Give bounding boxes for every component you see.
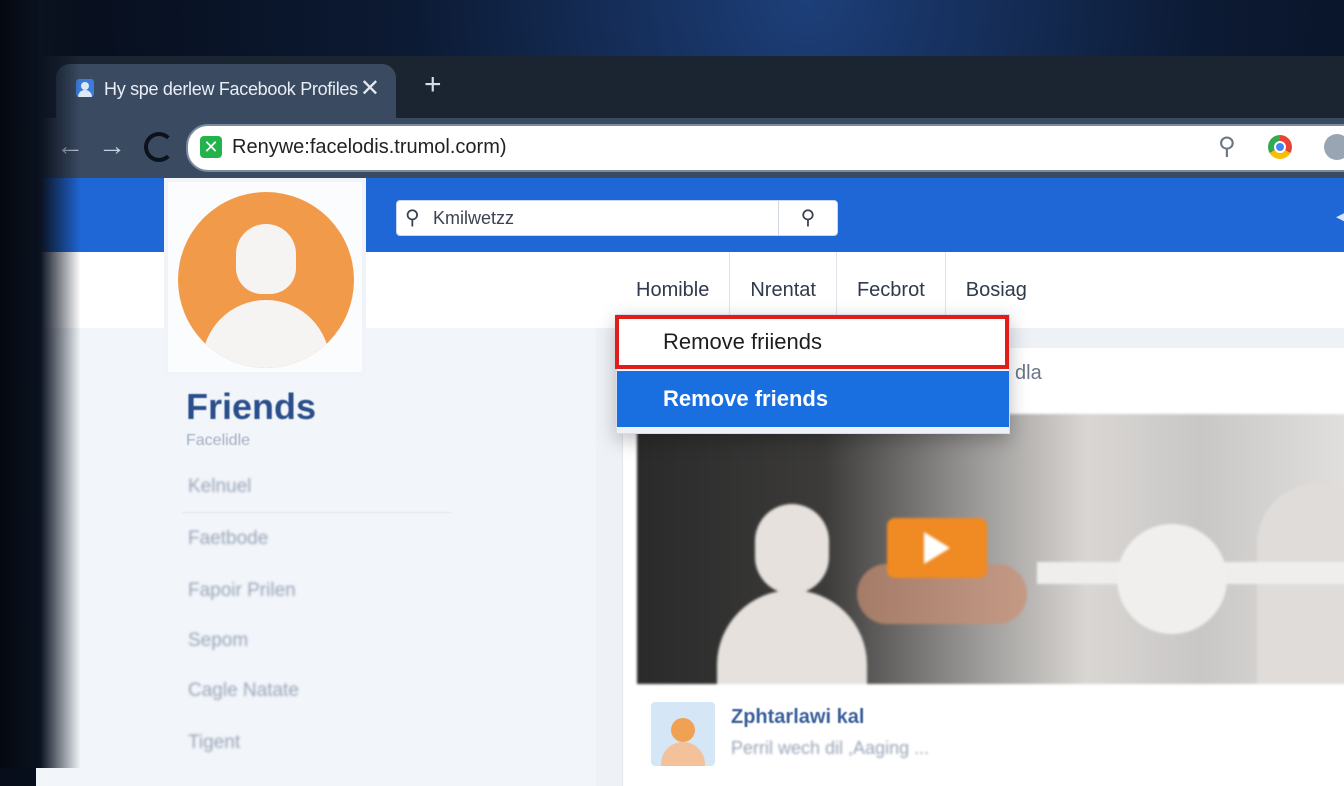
profile-avatar-icon[interactable]: [1324, 134, 1344, 160]
play-video-icon[interactable]: [887, 518, 987, 578]
key-icon[interactable]: ⚲: [1218, 132, 1236, 161]
browser-tab[interactable]: Hy spe derlew Facebook Profiles ✕: [56, 64, 396, 118]
person-silhouette-icon: [717, 504, 867, 684]
avatar-placeholder-icon: [178, 192, 354, 368]
address-bar[interactable]: ✕ Renywe:facelodis.trumol.corm) ⚲: [186, 124, 1344, 172]
search-icon: ⚲: [405, 207, 420, 229]
post-header-text: dla: [1015, 362, 1042, 384]
sidebar-item[interactable]: Kelnuel: [188, 476, 251, 498]
new-tab-button[interactable]: +: [424, 68, 442, 102]
sidebar-divider: [182, 512, 452, 513]
menu-item-remove-friends[interactable]: Remove friends: [617, 371, 1009, 427]
sidebar-item[interactable]: Faetbode: [188, 528, 268, 550]
sidebar-title: Friends: [186, 386, 317, 427]
browser-window: Hy spe derlew Facebook Profiles ✕ + ← → …: [36, 56, 1344, 786]
author-avatar[interactable]: [651, 702, 715, 766]
left-sidebar: Friends Facelidle Kelnuel Faetbode Fapoi…: [36, 328, 596, 786]
sidebar-item[interactable]: Tigent: [188, 732, 240, 754]
browser-toolbar: ← → ✕ Renywe:facelodis.trumol.corm) ⚲: [36, 118, 1344, 178]
sidebar-item[interactable]: Sepom: [188, 630, 248, 652]
search-input[interactable]: Kmilwetzz: [433, 208, 514, 229]
author-name[interactable]: Zphtarlawi kal: [731, 706, 864, 729]
url-text[interactable]: Renywe:facelodis.trumol.corm): [232, 136, 507, 159]
secure-site-icon: ✕: [200, 136, 222, 158]
search-button[interactable]: ⚲: [778, 201, 837, 235]
post-image[interactable]: [637, 414, 1344, 684]
menu-item-remove-friends-highlighted[interactable]: Remove friiends: [617, 315, 1009, 369]
author-subtitle: Perril wech dil ,Aaging ...: [731, 738, 930, 758]
back-button[interactable]: ←: [56, 130, 84, 162]
friends-dropdown-menu: Remove friiends Remove friends: [615, 314, 1010, 434]
sidebar-item[interactable]: Fapoir Prilen: [188, 580, 296, 602]
forward-button[interactable]: →: [98, 130, 126, 162]
search-box[interactable]: ⚲ Kmilwetzz ⚲: [396, 200, 838, 236]
profile-favicon-icon: [76, 79, 94, 97]
tab-title: Hy spe derlew Facebook Profiles: [104, 79, 358, 99]
sidebar-item[interactable]: Cagle Natate: [188, 680, 299, 702]
profile-avatar[interactable]: [164, 178, 366, 376]
close-tab-icon[interactable]: ✕: [360, 74, 380, 103]
sidebar-subtitle: Facelidle: [186, 432, 251, 449]
reload-icon[interactable]: [144, 132, 174, 162]
tab-strip: Hy spe derlew Facebook Profiles ✕ +: [36, 56, 1344, 118]
chrome-icon[interactable]: [1268, 135, 1292, 159]
dropdown-footer: [617, 427, 1009, 433]
notifications-icon[interactable]: ◀: [1336, 200, 1344, 231]
